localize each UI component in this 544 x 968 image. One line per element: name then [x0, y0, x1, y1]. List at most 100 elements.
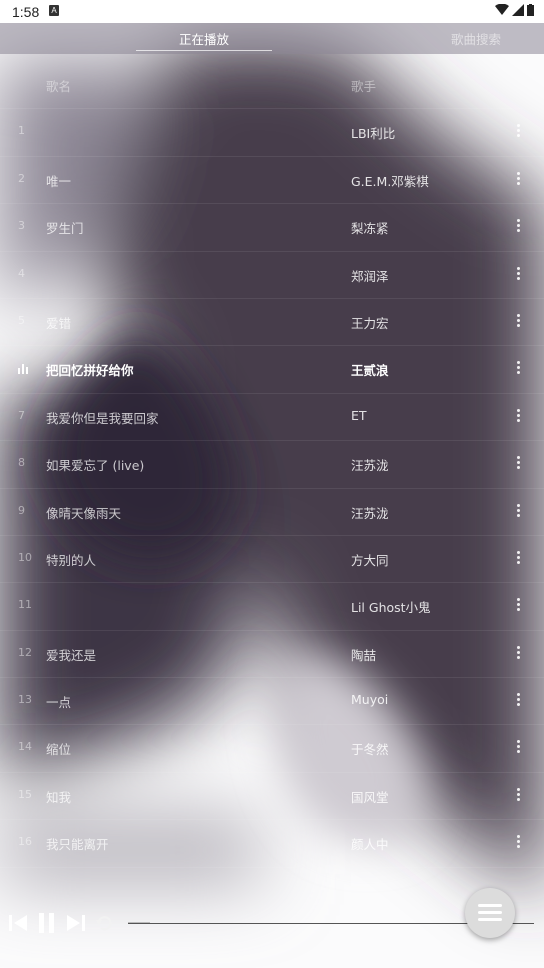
song-row[interactable]: 把回忆拼好给你 王贰浪	[0, 346, 544, 394]
song-number: 8	[18, 456, 25, 470]
notification-a-icon: A	[49, 5, 59, 16]
tab-song-search[interactable]: 歌曲搜索	[451, 29, 501, 48]
more-vert-icon[interactable]	[512, 312, 524, 332]
song-number: 7	[18, 408, 25, 422]
more-vert-icon[interactable]	[512, 502, 524, 522]
more-dot	[516, 740, 520, 744]
more-vert-icon[interactable]	[512, 833, 524, 853]
more-vert-icon[interactable]	[512, 644, 524, 664]
song-title: 我只能离开	[46, 837, 109, 853]
skip-previous-icon[interactable]	[8, 913, 28, 933]
song-title: 把回忆拼好给你	[46, 363, 134, 379]
more-dot	[516, 266, 520, 270]
song-artist: 汪苏泷	[351, 505, 389, 521]
signal-icon	[512, 4, 524, 16]
repeat-icon[interactable]	[95, 914, 115, 932]
song-number: 16	[18, 835, 32, 849]
song-row[interactable]: 15 知我 国风堂	[0, 773, 544, 821]
more-vert-icon[interactable]	[512, 122, 524, 142]
menu-icon-bar	[478, 911, 502, 914]
more-dot	[516, 608, 520, 612]
equalizer-bar	[22, 364, 24, 375]
song-artist: 于冬然	[351, 742, 389, 758]
more-dot	[516, 124, 520, 128]
song-number: 13	[18, 693, 32, 707]
clock: 1:58	[12, 4, 40, 20]
song-list: 歌名 歌手 1 LBI利比 2 唯一 G.E.M.邓紫棋 3 罗生门 梨冻紧 4 郑润泽 5 爱错 王力…	[0, 62, 544, 868]
song-row[interactable]: 9 像晴天像雨天 汪苏泷	[0, 489, 544, 536]
song-row[interactable]: 14 缩位 于冬然	[0, 725, 544, 773]
more-dot	[516, 555, 520, 559]
song-title: 特别的人	[46, 552, 97, 568]
tab-now-playing[interactable]: 正在播放	[179, 29, 229, 48]
menu-button[interactable]	[465, 888, 515, 938]
song-row[interactable]: 4 郑润泽	[0, 252, 544, 299]
more-dot	[516, 134, 520, 138]
song-number: 5	[18, 313, 25, 327]
song-row[interactable]: 1 LBI利比	[0, 109, 544, 157]
more-vert-icon[interactable]	[512, 691, 524, 711]
song-number: 10	[18, 550, 32, 564]
pause-icon[interactable]	[37, 912, 57, 934]
more-dot	[516, 313, 520, 317]
more-vert-icon[interactable]	[512, 454, 524, 474]
song-row[interactable]: 5 爱错 王力宏	[0, 299, 544, 347]
more-dot	[516, 560, 520, 564]
more-dot	[516, 693, 520, 697]
song-number: 2	[18, 171, 25, 185]
song-row[interactable]: 10 特别的人 方大同	[0, 536, 544, 584]
more-dot	[516, 224, 520, 228]
more-dot	[516, 418, 520, 422]
song-artist: G.E.M.邓紫棋	[351, 173, 429, 189]
song-row[interactable]: 7 我爱你但是我要回家 ET	[0, 394, 544, 442]
more-vert-icon[interactable]	[512, 170, 524, 190]
song-artist: Muyoi	[351, 692, 389, 708]
song-row[interactable]: 2 唯一 G.E.M.邓紫棋	[0, 157, 544, 205]
more-dot	[516, 503, 520, 507]
song-row[interactable]: 3 罗生门 梨冻紧	[0, 204, 544, 252]
more-dot	[516, 271, 520, 275]
more-dot	[516, 645, 520, 649]
more-dot	[516, 361, 520, 365]
more-dot	[516, 650, 520, 654]
more-vert-icon[interactable]	[512, 738, 524, 758]
song-artist: LBI利比	[351, 126, 396, 142]
list-header: 歌名 歌手	[0, 62, 544, 110]
more-dot	[516, 840, 520, 844]
more-vert-icon[interactable]	[512, 217, 524, 237]
more-vert-icon[interactable]	[512, 596, 524, 616]
song-title: 我爱你但是我要回家	[46, 410, 159, 426]
battery-icon	[527, 4, 534, 16]
song-row[interactable]: 16 我只能离开 颜人中	[0, 820, 544, 868]
more-dot	[516, 655, 520, 659]
song-title: 一点	[46, 695, 72, 711]
song-row[interactable]: 11 Lil Ghost小鬼	[0, 583, 544, 631]
song-title: 爱我还是	[46, 647, 97, 663]
song-row[interactable]: 8 如果爱忘了 (live) 汪苏泷	[0, 441, 544, 489]
header-title: 歌名	[46, 79, 72, 94]
equalizer-bar	[26, 367, 28, 375]
song-title: 知我	[46, 789, 72, 805]
song-row[interactable]: 13 一点 Muyoi	[0, 678, 544, 726]
more-dot	[516, 461, 520, 465]
more-dot	[516, 129, 520, 133]
song-row[interactable]: 12 爱我还是 陶喆	[0, 631, 544, 679]
more-vert-icon[interactable]	[512, 407, 524, 427]
more-dot	[516, 598, 520, 602]
more-vert-icon[interactable]	[512, 786, 524, 806]
song-number: 15	[18, 787, 32, 801]
more-vert-icon[interactable]	[512, 549, 524, 569]
more-dot	[516, 318, 520, 322]
more-dot	[516, 845, 520, 849]
equalizer-icon	[18, 364, 30, 375]
song-artist: 王力宏	[351, 315, 389, 331]
more-vert-icon[interactable]	[512, 265, 524, 285]
song-title: 像晴天像雨天	[46, 505, 122, 521]
more-dot	[516, 508, 520, 512]
skip-next-icon[interactable]	[66, 913, 86, 933]
menu-icon-bar	[478, 918, 502, 921]
more-vert-icon[interactable]	[512, 359, 524, 379]
song-title: 爱错	[46, 315, 72, 331]
song-title: 缩位	[46, 742, 72, 758]
song-artist: 国风堂	[351, 789, 389, 805]
